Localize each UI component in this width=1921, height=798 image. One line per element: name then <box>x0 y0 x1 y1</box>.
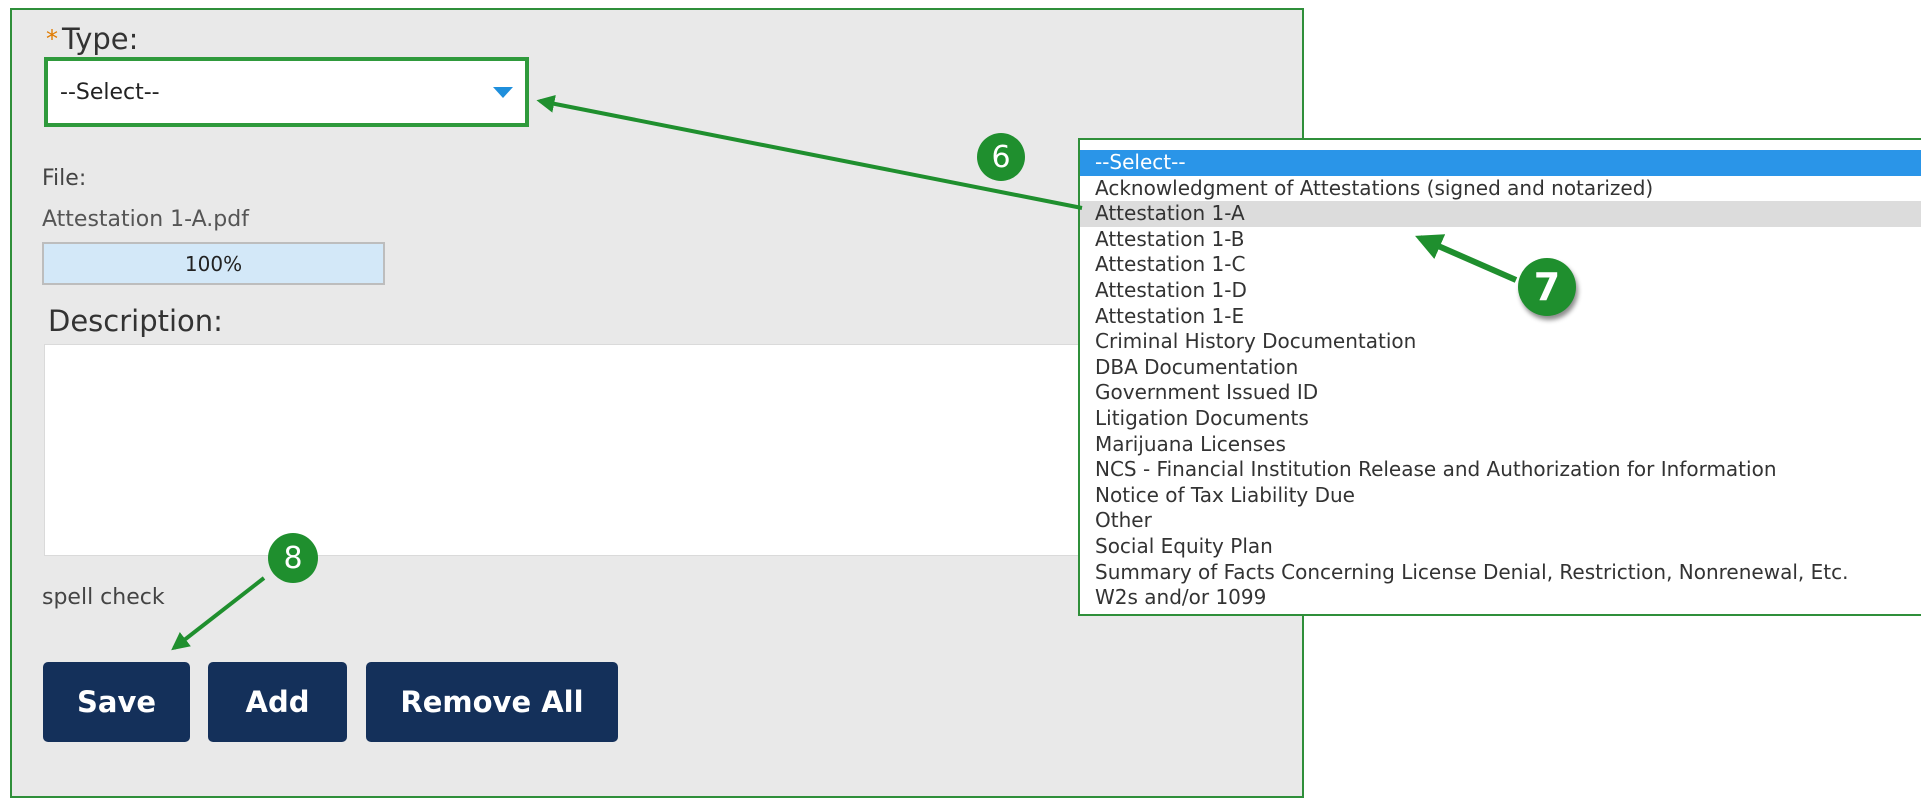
step-6-badge: 6 <box>977 133 1025 181</box>
arrow-step-7 <box>1415 234 1518 283</box>
step-7-badge: 7 <box>1518 258 1576 316</box>
step-8-badge: 8 <box>268 533 318 583</box>
arrow-step-8 <box>171 576 266 651</box>
callout-arrows <box>171 94 1518 651</box>
